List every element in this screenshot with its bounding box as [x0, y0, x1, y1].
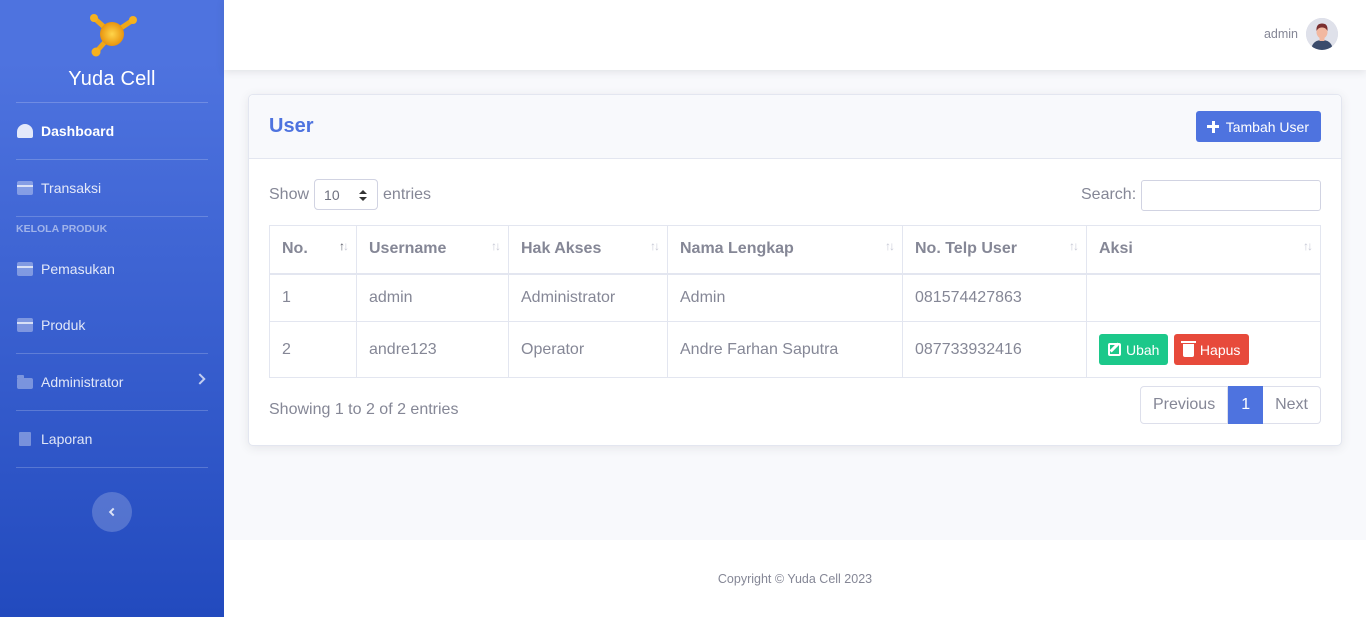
previous-page-button[interactable]: Previous — [1139, 386, 1229, 424]
gauge-icon — [17, 124, 33, 138]
cell-no: 2 — [269, 321, 357, 378]
sort-icon: ↑↓ — [491, 239, 501, 253]
column-label: No. Telp User — [915, 240, 1017, 258]
edit-icon — [1108, 343, 1121, 356]
cell-telp: 087733932416 — [902, 321, 1087, 378]
cell-username: andre123 — [356, 321, 509, 378]
column-header-no[interactable]: No. ↑↓ — [269, 225, 357, 275]
sidebar-item-laporan[interactable]: Laporan — [0, 411, 224, 467]
cell-telp: 081574427863 — [902, 273, 1087, 322]
sort-asc-icon: ↑↓ — [339, 239, 349, 253]
user-card: User Tambah User Show 10 entries Search:… — [248, 94, 1342, 446]
sidebar-item-pemasukan[interactable]: Pemasukan — [0, 241, 224, 297]
folder-icon — [17, 374, 33, 389]
cell-no: 1 — [269, 273, 357, 322]
sidebar-item-label: Transaksi — [41, 180, 102, 196]
trash-icon — [1180, 341, 1196, 357]
copyright-text: Copyright © Yuda Cell 2023 — [717, 571, 873, 586]
column-label: Hak Akses — [521, 240, 602, 258]
column-label: No. — [282, 240, 308, 258]
add-user-label: Tambah User — [1225, 118, 1309, 135]
cell-nama: Admin — [667, 273, 903, 322]
cell-hak-akses: Operator — [508, 321, 668, 378]
page-length-value: 10 — [324, 186, 340, 203]
sort-icon: ↑↓ — [885, 239, 895, 253]
sidebar-brand[interactable]: Yuda Cell — [0, 0, 224, 102]
pagination: Previous 1 Next — [1139, 386, 1321, 424]
brand-name: Yuda Cell — [68, 68, 156, 90]
sidebar-item-label: Produk — [41, 317, 86, 333]
sidebar-item-label: Administrator — [41, 374, 124, 390]
avatar[interactable] — [1306, 18, 1338, 50]
user-table: No. ↑↓ Username ↑↓ Hak Akses ↑↓ Nama Lengka… — [269, 225, 1321, 378]
chevron-right-icon — [194, 373, 206, 385]
cell-username: admin — [356, 273, 509, 322]
table-row: 2 andre123 Operator Andre Farhan Saputra… — [269, 321, 1321, 378]
sidebar-item-label: Pemasukan — [41, 261, 115, 277]
cell-hak-akses: Administrator — [508, 273, 668, 322]
card-header: User Tambah User — [249, 95, 1341, 159]
chevron-left-icon — [108, 507, 118, 517]
sidebar-divider — [16, 467, 208, 468]
plus-icon — [1206, 120, 1219, 133]
sidebar-item-label: Dashboard — [41, 123, 115, 139]
edit-label: Ubah — [1126, 341, 1160, 358]
cell-nama: Andre Farhan Saputra — [667, 321, 903, 378]
sidebar-heading: KELOLA PRODUK — [16, 223, 108, 235]
delete-label: Hapus — [1199, 341, 1241, 358]
sort-icon: ↑↓ — [1069, 239, 1079, 253]
delete-button[interactable]: Hapus — [1173, 334, 1250, 365]
column-label: Nama Lengkap — [680, 240, 794, 258]
topbar-username[interactable]: admin — [1264, 27, 1298, 41]
page-title: User — [269, 115, 314, 137]
edit-button[interactable]: Ubah — [1099, 334, 1169, 365]
footer: Copyright © Yuda Cell 2023 — [224, 540, 1366, 617]
sort-icon: ↑↓ — [1303, 239, 1313, 253]
box-icon — [17, 262, 33, 276]
file-icon — [19, 432, 31, 446]
box-icon — [17, 318, 33, 332]
topbar: admin — [224, 0, 1366, 70]
sidebar-item-administrator[interactable]: Administrator — [0, 354, 224, 410]
column-header-username[interactable]: Username ↑↓ — [356, 225, 509, 275]
page-length-select[interactable]: 10 — [314, 179, 379, 210]
column-header-no-telp[interactable]: No. Telp User ↑↓ — [902, 225, 1087, 275]
column-label: Aksi — [1099, 240, 1133, 258]
sidebar-toggle-button[interactable] — [92, 492, 132, 532]
select-arrows-icon — [359, 190, 368, 201]
page-1-button[interactable]: 1 — [1228, 386, 1264, 424]
column-header-aksi[interactable]: Aksi ↑↓ — [1086, 225, 1321, 275]
table-info: Showing 1 to 2 of 2 entries — [269, 401, 459, 418]
logo-icon — [86, 12, 138, 58]
entries-label: entries — [383, 185, 432, 203]
sidebar-item-dashboard[interactable]: Dashboard — [0, 103, 224, 159]
sidebar-item-label: Laporan — [41, 431, 93, 447]
add-user-button[interactable]: Tambah User — [1195, 111, 1321, 142]
sort-icon: ↑↓ — [650, 239, 660, 253]
column-header-hak-akses[interactable]: Hak Akses ↑↓ — [508, 225, 668, 275]
sidebar: Yuda Cell Dashboard Transaksi KELOLA PRO… — [0, 0, 224, 617]
column-header-nama-lengkap[interactable]: Nama Lengkap ↑↓ — [667, 225, 903, 275]
search-label: Search: — [1081, 186, 1137, 203]
show-label: Show — [269, 185, 310, 203]
sidebar-item-produk[interactable]: Produk — [0, 297, 224, 353]
page-length-control: Show 10 entries — [269, 179, 431, 210]
cell-aksi: Ubah Hapus — [1086, 321, 1321, 378]
search-input[interactable] — [1141, 180, 1321, 211]
next-page-button[interactable]: Next — [1263, 386, 1321, 424]
table-header-row: No. ↑↓ Username ↑↓ Hak Akses ↑↓ Nama Lengka… — [269, 225, 1321, 275]
cell-aksi — [1086, 273, 1321, 322]
table-row: 1 admin Administrator Admin 081574427863 — [269, 273, 1321, 322]
sidebar-item-transaksi[interactable]: Transaksi — [0, 160, 224, 216]
box-icon — [17, 181, 33, 195]
column-label: Username — [369, 240, 447, 258]
